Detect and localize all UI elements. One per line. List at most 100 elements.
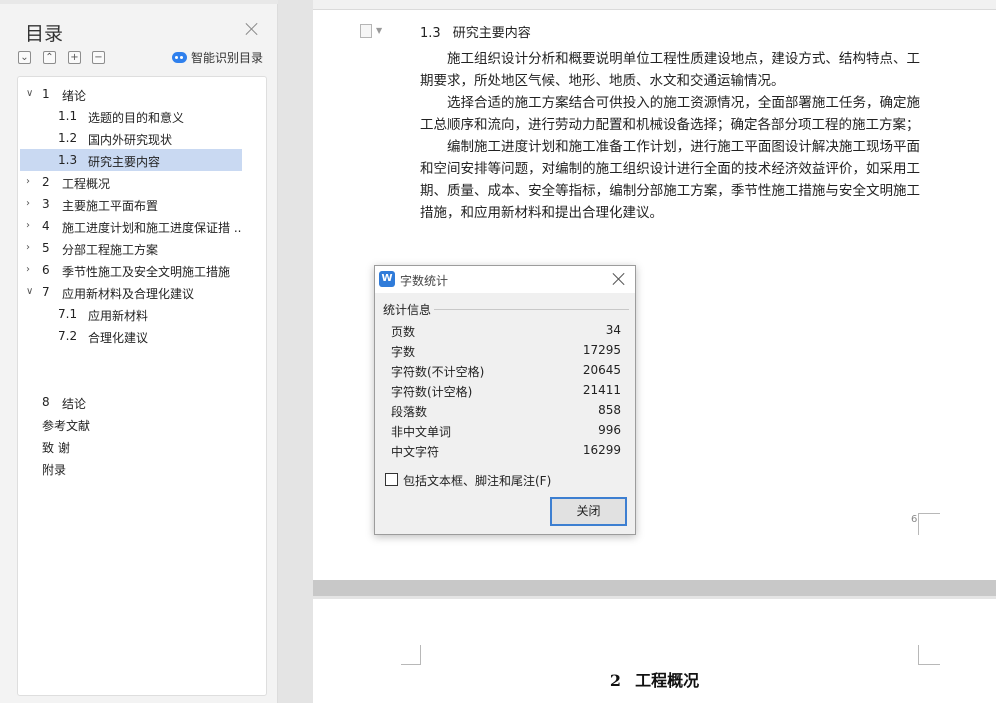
chapter-name: 工程概况	[635, 671, 700, 690]
toc-item-number: 1	[42, 87, 50, 101]
remove-item-icon[interactable]: −	[92, 51, 105, 64]
toc-item[interactable]: › 3 主要施工平面布置	[20, 193, 242, 215]
smart-toc-button[interactable]: 智能识别目录	[172, 49, 263, 66]
chevron-right-icon[interactable]: ›	[26, 176, 38, 188]
stat-row: 中文字符 16299	[391, 442, 621, 460]
toc-item-label: 结论	[62, 397, 87, 411]
toc-item-label: 分部工程施工方案	[62, 243, 159, 257]
toc-item-number: 7.1	[58, 307, 78, 321]
crop-mark	[918, 513, 940, 535]
collapse-all-icon[interactable]: ⌃	[43, 51, 56, 64]
chevron-right-icon[interactable]: ›	[26, 198, 38, 210]
toc-item-number: 1.3	[58, 153, 78, 167]
close-icon[interactable]	[613, 273, 625, 285]
toc-item[interactable]: 1.3 研究主要内容	[20, 149, 242, 171]
expand-all-icon[interactable]: ⌄	[18, 51, 31, 64]
toc-item[interactable]: 7.1 应用新材料	[20, 303, 242, 325]
stat-value: 17295	[582, 343, 621, 357]
nav-top-divider	[0, 0, 278, 4]
section-number: 1.3	[420, 26, 441, 41]
stat-row: 非中文单词 996	[391, 422, 621, 440]
stat-label: 中文字符	[391, 445, 440, 459]
stat-value: 996	[598, 423, 621, 437]
toc-item[interactable]: 1.1 选题的目的和意义	[20, 105, 242, 127]
toc-item-label: 季节性施工及安全文明施工措施	[62, 265, 231, 279]
chevron-right-icon[interactable]: ›	[26, 264, 38, 276]
toc-item-number: 2	[42, 175, 50, 189]
toc-item-label: 合理化建议	[88, 331, 149, 345]
stat-row: 字符数(计空格) 21411	[391, 382, 621, 400]
toc-item-number: 4	[42, 219, 50, 233]
toc-item-label: 应用新材料	[88, 309, 149, 323]
stat-row: 字符数(不计空格) 20645	[391, 362, 621, 380]
toc-item-number: 1.2	[58, 131, 78, 145]
stat-label: 字符数(不计空格)	[391, 365, 485, 379]
toc-item[interactable]: 附录	[20, 457, 242, 479]
stat-value: 34	[605, 323, 621, 337]
toc-item[interactable]: › 4 施工进度计划和施工进度保证措 ...	[20, 215, 242, 237]
toc-item[interactable]: 1.2 国内外研究现状	[20, 127, 242, 149]
stat-row: 页数 34	[391, 322, 621, 340]
toc-item[interactable]: 参考文献	[20, 413, 242, 435]
toc-item-number: 7	[42, 285, 50, 299]
toc-item[interactable]: ∨ 7 应用新材料及合理化建议	[20, 281, 242, 303]
chevron-down-icon[interactable]: ∨	[26, 88, 38, 100]
checkbox-label[interactable]: 包括文本框、脚注和尾注(F)	[403, 472, 551, 489]
include-textbox-footnotes-checkbox[interactable]	[385, 473, 398, 486]
nav-panel-title: 目录	[25, 23, 64, 45]
chevron-right-icon[interactable]: ›	[26, 242, 38, 254]
body-paragraph: 编制施工进度计划和施工准备工作计划，进行施工平面图设计解决施工现场平面和空间安排…	[420, 139, 920, 221]
toc-item-number: 3	[42, 197, 50, 211]
section-title: 研究主要内容	[452, 26, 531, 41]
toc-item-label: 绪论	[62, 89, 87, 103]
wps-writer-icon: W	[379, 271, 395, 287]
toc-item[interactable]: › 2 工程概况	[20, 171, 242, 193]
document-body[interactable]: 施工组织设计分析和概要说明单位工程性质建设地点，建设方式、结构特点、工期要求，所…	[420, 48, 920, 224]
crop-mark	[401, 645, 421, 665]
close-button[interactable]: 关闭	[550, 497, 627, 526]
toc-item[interactable]: › 6 季节性施工及安全文明施工措施	[20, 259, 242, 281]
toc-item-number: 6	[42, 263, 50, 277]
stats-group-label: 统计信息	[383, 301, 435, 318]
toc-item-label: 施工进度计划和施工进度保证措 ...	[62, 221, 242, 235]
toc-item-label: 国内外研究现状	[88, 133, 173, 147]
close-icon[interactable]	[245, 22, 259, 36]
toc-item-label: 参考文献	[42, 419, 91, 433]
add-item-icon[interactable]: +	[68, 51, 81, 64]
dialog-titlebar[interactable]: W 字数统计	[375, 266, 635, 293]
chapter-title: 2 工程概况	[313, 667, 996, 691]
document-page[interactable]: 2 工程概况	[313, 599, 996, 703]
toc-item-number: 8	[42, 395, 50, 409]
group-divider	[433, 309, 629, 310]
toc-item-number: 1.1	[58, 109, 78, 123]
stat-value: 21411	[582, 383, 621, 397]
toc-item[interactable]: 7.2 合理化建议	[20, 325, 242, 347]
toc-item-label: 工程概况	[62, 177, 111, 191]
chevron-down-icon[interactable]: ∨	[26, 286, 38, 298]
page-number: 6	[911, 514, 918, 525]
stat-row: 字数 17295	[391, 342, 621, 360]
toc-item-label: 研究主要内容	[88, 155, 161, 169]
stat-value: 20645	[582, 363, 621, 377]
stat-label: 字数	[391, 345, 416, 359]
body-paragraph: 选择合适的施工方案结合可供投入的施工资源情况，全面部署施工任务，确定施工总顺序和…	[420, 95, 920, 133]
stat-label: 非中文单词	[391, 425, 452, 439]
smart-toc-label: 智能识别目录	[191, 51, 264, 65]
document-icon[interactable]	[360, 24, 372, 38]
toc-item[interactable]: 8 结论	[20, 391, 242, 413]
toc-item[interactable]: 致 谢	[20, 435, 242, 457]
toc-item-label: 附录	[42, 463, 67, 477]
ai-cloud-icon	[172, 52, 187, 63]
toc-item-label: 应用新材料及合理化建议	[62, 287, 195, 301]
word-count-dialog: W 字数统计 统计信息 包括文本框、脚注和尾注(F) 关闭 页数 34 字数 1729…	[374, 265, 636, 535]
body-paragraph: 施工组织设计分析和概要说明单位工程性质建设地点，建设方式、结构特点、工期要求，所…	[420, 51, 920, 89]
chapter-number: 2	[609, 671, 622, 690]
stat-label: 字符数(计空格)	[391, 385, 473, 399]
toc-item-label: 主要施工平面布置	[62, 199, 159, 213]
chevron-down-icon[interactable]: ▼	[376, 26, 382, 35]
crop-mark	[918, 645, 940, 665]
chevron-right-icon[interactable]: ›	[26, 220, 38, 232]
section-heading: 1.3 研究主要内容	[420, 22, 531, 41]
toc-item[interactable]: › 5 分部工程施工方案	[20, 237, 242, 259]
toc-item[interactable]: ∨ 1 绪论	[20, 83, 242, 105]
